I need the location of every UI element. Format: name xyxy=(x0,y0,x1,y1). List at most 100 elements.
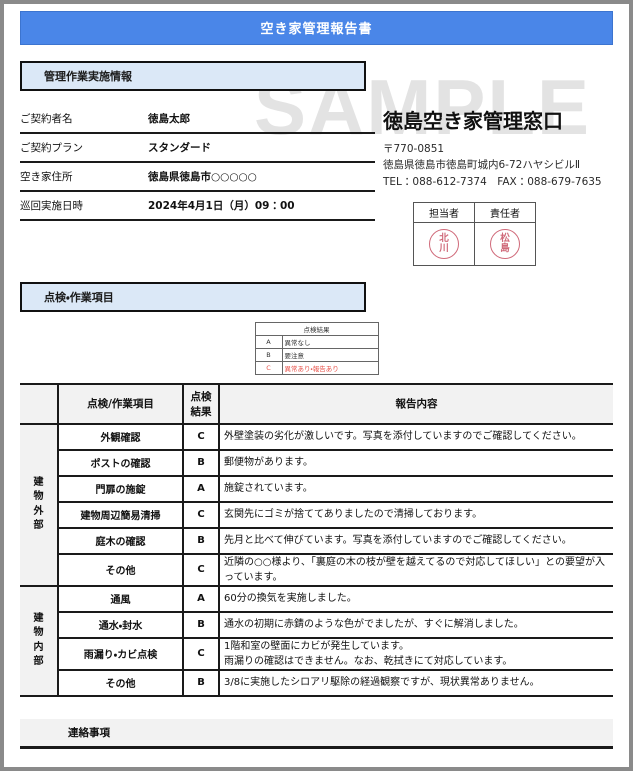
legend-row: A 異常なし xyxy=(254,334,379,349)
info-row-visit-datetime: 巡回実施日時 2024年4月1日（月）09：00 xyxy=(20,192,375,221)
legend-title: 点検結果 xyxy=(254,321,379,336)
report-content: 空き家管理報告書 管理作業実施情報 ご契約者名 徳島太郎 ご契約プラン スタンダ… xyxy=(20,11,613,767)
stamp-header-manager: 責任者 xyxy=(474,201,536,223)
table-row: 建物周辺簡易清掃 C 玄関先にゴミが捨ててありましたので清掃しております。 xyxy=(20,501,613,529)
row-grade: C xyxy=(182,637,220,671)
info-value: 徳島太郎 xyxy=(148,113,190,125)
table-row: 庭木の確認 B 先月と比べて伸びています。写真を添付していますのでご確認してくだ… xyxy=(20,527,613,555)
row-item: 通風 xyxy=(57,585,183,613)
group-label-exterior: 建物外部 xyxy=(20,423,58,587)
row-report: 1階和室の壁面にカビが発生しています。 雨漏りの確認はできません。なお、乾拭きに… xyxy=(219,637,613,671)
row-item: その他 xyxy=(57,553,183,587)
approval-stamp-table: 担当者 責任者 北 川 松 島 xyxy=(413,201,536,266)
info-value: 2024年4月1日（月）09：00 xyxy=(148,200,295,212)
legend-area: 点検結果 A 異常なし B 要注意 C 異常あり・報告あり xyxy=(20,321,613,375)
row-report: 外壁塗装の劣化が激しいです。写真を添付していますのでご確認してください。 xyxy=(219,423,613,451)
company-block: 徳島空き家管理窓口 〒770-0851 徳島県徳島市徳島町城内6-72ハヤシビル… xyxy=(375,105,613,266)
info-row-plan: ご契約プラン スタンダード xyxy=(20,134,375,163)
table-row: 雨漏り・カビ点検 C 1階和室の壁面にカビが発生しています。 雨漏りの確認はでき… xyxy=(20,637,613,671)
seal-stamp-icon: 北 川 xyxy=(429,228,459,259)
row-grade: B xyxy=(182,449,220,477)
company-postal-code: 〒770-0851 xyxy=(383,143,445,155)
row-grade: C xyxy=(182,423,220,451)
company-address: 徳島県徳島市徳島町城内6-72ハヤシビルⅡ xyxy=(383,159,580,172)
stamp-cell-manager: 松 島 xyxy=(474,221,536,266)
inspection-table: 点検/作業項目 点検 結果 報告内容 建物外部 外観確認 C 外壁塗装の劣化が激… xyxy=(20,382,613,697)
stamp-seal-row: 北 川 松 島 xyxy=(413,221,536,266)
legend-text: 異常あり・報告あり xyxy=(281,360,379,375)
header-result: 点検 結果 xyxy=(182,382,219,425)
row-grade: C xyxy=(182,553,220,587)
info-label: 空き家住所 xyxy=(20,171,73,183)
table-row: 門扉の施錠 A 施錠されています。 xyxy=(20,475,613,503)
contract-info-list: ご契約者名 徳島太郎 ご契約プラン スタンダード 空き家住所 徳島県徳島市○○○… xyxy=(20,105,375,266)
row-grade: B xyxy=(182,669,220,697)
info-value: スタンダード xyxy=(148,142,211,154)
legend-text: 異常なし xyxy=(281,334,379,349)
group-label-interior: 建物内部 xyxy=(20,585,58,697)
info-company-area: ご契約者名 徳島太郎 ご契約プラン スタンダード 空き家住所 徳島県徳島市○○○… xyxy=(20,105,613,266)
legend-row: C 異常あり・報告あり xyxy=(254,360,379,375)
stamp-cell-staff: 北 川 xyxy=(413,221,475,266)
row-item: 通水・封水 xyxy=(57,611,183,639)
table-row: その他 C 近隣の○○様より、「裏庭の木の枝が壁を越えてるので対応してほしい」と… xyxy=(20,553,613,587)
row-grade: A xyxy=(182,585,220,613)
section-header-inspection: 点検・作業項目 xyxy=(20,281,366,312)
header-report: 報告内容 xyxy=(218,382,613,425)
seal-stamp-icon: 松 島 xyxy=(490,228,520,259)
table-row: 建物外部 外観確認 C 外壁塗装の劣化が激しいです。写真を添付していますのでご確… xyxy=(20,423,613,587)
legend-row: B 要注意 xyxy=(254,347,379,362)
document-title: 空き家管理報告書 xyxy=(20,11,613,45)
row-report: 通水の初期に赤錆のような色がでましたが、すぐに解消しました。 xyxy=(219,611,613,639)
table-row: ポストの確認 B 郵便物があります。 xyxy=(20,449,613,477)
row-report: 近隣の○○様より、「裏庭の木の枝が壁を越えてるので対応してほしい」との要望が入っ… xyxy=(219,553,613,587)
row-item: 外観確認 xyxy=(57,423,183,451)
report-sheet: SAMPLE 空き家管理報告書 管理作業実施情報 ご契約者名 徳島太郎 ご契約プ… xyxy=(4,4,629,767)
section-header-notes: 連絡事項 xyxy=(20,718,613,749)
table-row: その他 B 3/8に実施したシロアリ駆除の経過観察ですが、現状異常ありません。 xyxy=(20,669,613,697)
header-group-spacer xyxy=(20,382,58,425)
row-report: 玄関先にゴミが捨ててありましたので清掃しております。 xyxy=(219,501,613,529)
row-item: その他 xyxy=(57,669,183,697)
grade-legend-table: 点検結果 A 異常なし B 要注意 C 異常あり・報告あり xyxy=(254,321,379,375)
row-report: 郵便物があります。 xyxy=(219,449,613,477)
row-grade: B xyxy=(182,611,220,639)
legend-key: C xyxy=(254,360,283,375)
legend-title-row: 点検結果 xyxy=(254,321,379,336)
row-item: 雨漏り・カビ点検 xyxy=(57,637,183,671)
row-report: 先月と比べて伸びています。写真を添付していますのでご確認してください。 xyxy=(219,527,613,555)
row-report: 施錠されています。 xyxy=(219,475,613,503)
report-page: SAMPLE 空き家管理報告書 管理作業実施情報 ご契約者名 徳島太郎 ご契約プ… xyxy=(0,0,633,771)
row-grade: B xyxy=(182,527,220,555)
info-value: 徳島県徳島市○○○○○ xyxy=(148,171,257,183)
legend-key: B xyxy=(254,347,283,362)
company-contact-lines: 〒770-0851 徳島県徳島市徳島町城内6-72ハヤシビルⅡ TEL：088-… xyxy=(383,141,613,190)
company-phone-fax: TEL：088-612-7374 FAX：088-679-7635 xyxy=(383,175,602,188)
table-row: 通水・封水 B 通水の初期に赤錆のような色がでましたが、すぐに解消しました。 xyxy=(20,611,613,639)
table-row: 建物内部 通風 A 60分の換気を実施しました。 xyxy=(20,585,613,697)
stamp-header-row: 担当者 責任者 xyxy=(413,201,536,223)
company-name: 徳島空き家管理窓口 xyxy=(383,109,563,133)
row-item: 門扉の施錠 xyxy=(57,475,183,503)
info-row-address: 空き家住所 徳島県徳島市○○○○○ xyxy=(20,163,375,192)
row-item: ポストの確認 xyxy=(57,449,183,477)
row-item: 庭木の確認 xyxy=(57,527,183,555)
header-item: 点検/作業項目 xyxy=(57,382,183,425)
info-label: 巡回実施日時 xyxy=(20,200,83,212)
seal-char: 川 xyxy=(439,242,449,254)
header-result-line1: 点検 xyxy=(190,390,212,403)
seal-char: 島 xyxy=(500,242,510,254)
row-item: 建物周辺簡易清掃 xyxy=(57,501,183,529)
row-report: 60分の換気を実施しました。 xyxy=(219,585,613,613)
info-label: ご契約プラン xyxy=(20,142,83,154)
legend-text: 要注意 xyxy=(281,347,379,362)
row-grade: A xyxy=(182,475,220,503)
inspection-table-header-row: 点検/作業項目 点検 結果 報告内容 xyxy=(20,382,613,425)
info-label: ご契約者名 xyxy=(20,113,73,125)
header-result-line2: 結果 xyxy=(190,405,212,418)
info-row-contractor: ご契約者名 徳島太郎 xyxy=(20,105,375,134)
row-report: 3/8に実施したシロアリ駆除の経過観察ですが、現状異常ありません。 xyxy=(219,669,613,697)
row-grade: C xyxy=(182,501,220,529)
stamp-header-staff: 担当者 xyxy=(413,201,475,223)
legend-key: A xyxy=(254,334,283,349)
